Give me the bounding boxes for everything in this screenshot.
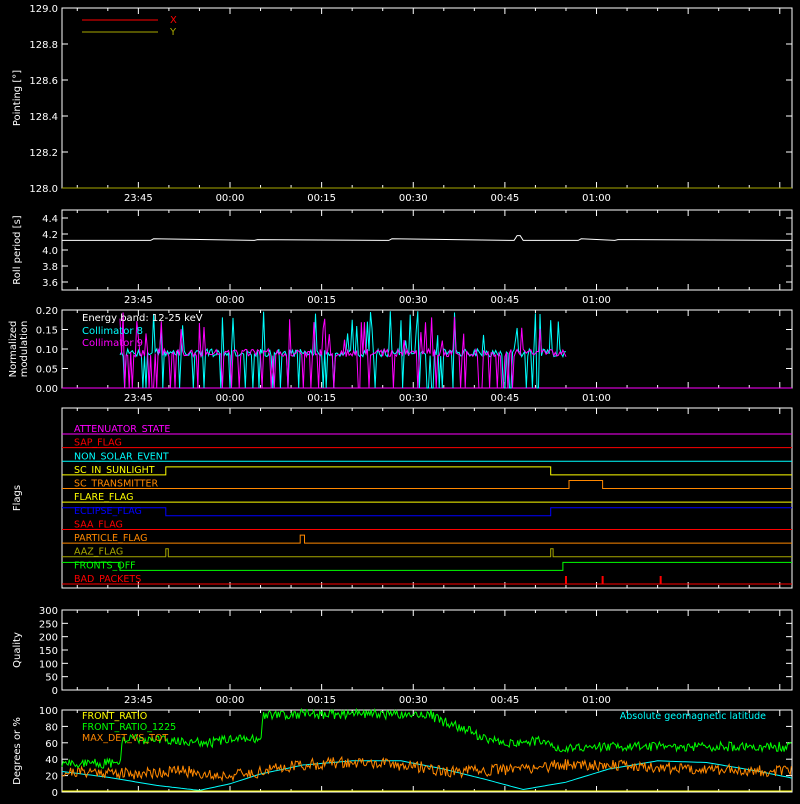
pointing-legend-label-x: X	[170, 15, 177, 26]
modulation-xtick-label: 00:45	[490, 393, 519, 404]
roll-xtick-label: 01:00	[582, 295, 611, 306]
quality-ytick-label: 250	[39, 619, 58, 630]
roll-ytick-label: 4.4	[42, 214, 58, 225]
quality-xtick-label: 01:00	[582, 695, 611, 706]
ratios-legend-max-det-vs-tot: MAX_DET_VS_TOT	[82, 733, 168, 744]
pointing-xtick-label: 00:15	[307, 193, 336, 204]
quality-ytick-label: 300	[39, 606, 58, 617]
pointing-xtick-label: 01:00	[582, 193, 611, 204]
pointing-ytick-label: 128.6	[29, 76, 58, 87]
pointing-ytick-label: 128.0	[29, 184, 58, 195]
pointing-ytick-label: 128.2	[29, 148, 58, 159]
modulation-ytick-label: 0.20	[36, 306, 58, 317]
roll-ytick-label: 3.8	[42, 262, 58, 273]
flag-label-aaz-flag: AAZ_FLAG	[74, 547, 123, 558]
pointing-ylabel: Pointing [°]	[12, 70, 23, 126]
quality-ylabel: Quality	[12, 632, 23, 668]
modulation-ytick-label: 0.00	[36, 384, 58, 395]
roll-ylabel: Roll period [s]	[12, 215, 23, 284]
modulation-ylabel-2: modulation	[19, 321, 30, 378]
quality-xtick-label: 00:15	[307, 695, 336, 706]
ratios-ytick-label: 20	[45, 772, 58, 783]
modulation-ytick-label: 0.15	[36, 326, 58, 337]
ratios-ytick-label: 100	[39, 706, 58, 717]
flag-label-non-solar-event: NON_SOLAR_EVENT	[74, 451, 169, 462]
roll-xtick-label: 00:15	[307, 295, 336, 306]
roll-xtick-label: 00:45	[490, 295, 519, 306]
flag-label-saa-flag: SAA_FLAG	[74, 519, 123, 530]
pointing-ytick-label: 128.8	[29, 40, 58, 51]
flags-ylabel: Flags	[12, 485, 23, 511]
pointing-legend-label-y: Y	[169, 27, 177, 38]
modulation-ylabel: Normalized	[8, 321, 19, 378]
quality-ytick-label: 100	[39, 659, 58, 670]
roll-ytick-label: 3.6	[42, 278, 58, 289]
modulation-ytick-label: 0.05	[36, 365, 58, 376]
quality-xtick-label: 00:30	[399, 695, 428, 706]
quality-xtick-label: 00:45	[490, 695, 519, 706]
ratios-ytick-label: 60	[45, 739, 58, 750]
flag-label-bad-packets: BAD_PACKETS	[74, 574, 141, 585]
roll-xtick-label: 00:00	[216, 295, 245, 306]
ratios-ylabel: Degrees or %	[12, 717, 23, 785]
pointing-xtick-label: 23:45	[124, 193, 153, 204]
modulation-xtick-label: 00:00	[216, 393, 245, 404]
quality-ytick-label: 150	[39, 646, 58, 657]
modulation-xtick-label: 01:00	[582, 393, 611, 404]
quality-ytick-label: 50	[45, 673, 58, 684]
roll-xtick-label: 23:45	[124, 295, 153, 306]
flag-label-attenuator-state: ATTENUATOR_STATE	[74, 424, 170, 435]
modulation-xtick-label: 23:45	[124, 393, 153, 404]
flag-label-particle-flag: PARTICLE_FLAG	[74, 533, 147, 544]
modulation-legend-collimator9: Collimator 9	[82, 338, 143, 349]
quality-xtick-label: 00:00	[216, 695, 245, 706]
quality-ytick-label: 0	[52, 686, 58, 697]
quality-ytick-label: 200	[39, 633, 58, 644]
pointing-xtick-label: 00:00	[216, 193, 245, 204]
modulation-ytick-label: 0.10	[36, 345, 58, 356]
modulation-xtick-label: 00:15	[307, 393, 336, 404]
ratios-ytick-label: 40	[45, 755, 58, 766]
modulation-xtick-label: 00:30	[399, 393, 428, 404]
ratios-ytick-label: 0	[52, 788, 58, 799]
modulation-legend-collimator8: Collimator 8	[82, 326, 143, 337]
roll-xtick-label: 00:30	[399, 295, 428, 306]
flag-label-sc-transmitter: SC_TRANSMITTER	[74, 479, 159, 490]
roll-ytick-label: 4.2	[42, 230, 58, 241]
flag-label-sap-flag: SAP_FLAG	[74, 438, 122, 449]
ratios-legend-geomagnetic: Absolute geomagnetic latitude	[620, 711, 766, 722]
ratios-legend-front-ratio-1225: FRONT_RATIO_1225	[82, 722, 176, 733]
pointing-xtick-label: 00:30	[399, 193, 428, 204]
flag-label-flare-flag: FLARE_FLAG	[74, 492, 134, 503]
summary-plot-stack: 23:45 00:00 00:15 00:30 00:45 01:00 128.0 128.2…	[0, 0, 800, 800]
ratios-legend-front-ratio: FRONT_RATIO	[82, 711, 147, 722]
pointing-xtick-label: 00:45	[490, 193, 519, 204]
pointing-ytick-label: 129.0	[29, 4, 58, 15]
modulation-legend-title: Energy band: 12-25 keV	[82, 313, 203, 324]
pointing-ytick-label: 128.4	[29, 112, 58, 123]
flag-label-sc-in-sunlight: SC_IN_SUNLIGHT	[74, 465, 155, 476]
quality-xtick-label: 23:45	[124, 695, 153, 706]
roll-ytick-label: 4.0	[42, 246, 58, 257]
quicklook-figure: 23:45 00:00 00:15 00:30 00:45 01:00 128.0 128.2…	[0, 0, 800, 800]
ratios-ytick-label: 80	[45, 722, 58, 733]
